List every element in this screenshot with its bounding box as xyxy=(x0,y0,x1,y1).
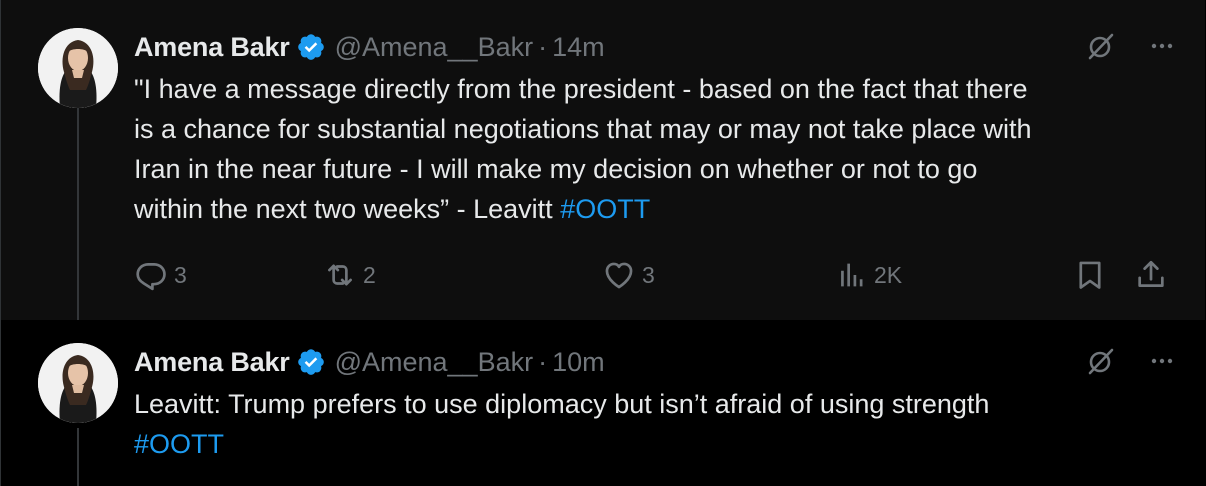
reply-count: 3 xyxy=(174,261,187,288)
views-button[interactable]: 2K xyxy=(834,258,902,292)
tweet-body: Leavitt: Trump prefers to use diplomacy … xyxy=(134,389,990,419)
verified-badge-icon[interactable] xyxy=(296,347,326,377)
tweet-header: Amena Bakr @Amena__Bakr · 14m xyxy=(134,29,1174,65)
bookmark-icon xyxy=(1079,261,1101,289)
thread-connector-line xyxy=(77,108,79,320)
bookmark-button[interactable] xyxy=(1073,258,1107,292)
tweet-header-actions xyxy=(1086,346,1174,376)
tweet-text: Leavitt: Trump prefers to use diplomacy … xyxy=(134,384,1179,464)
handle[interactable]: @Amena__Bakr xyxy=(335,347,534,378)
separator-dot: · xyxy=(538,346,548,377)
display-name[interactable]: Amena Bakr xyxy=(134,347,290,378)
timestamp[interactable]: 14m xyxy=(552,32,605,63)
more-icon[interactable] xyxy=(1150,31,1174,61)
display-name[interactable]: Amena Bakr xyxy=(134,32,290,63)
avatar-image xyxy=(38,343,118,423)
hashtag-link[interactable]: #OOTT xyxy=(134,429,224,459)
timestamp[interactable]: 10m xyxy=(552,347,605,378)
grok-icon[interactable] xyxy=(1086,346,1116,376)
grok-icon[interactable] xyxy=(1086,31,1116,61)
view-count: 2K xyxy=(874,261,903,288)
reply-button[interactable]: 3 xyxy=(134,258,187,292)
views-icon xyxy=(841,263,863,287)
separator-dot: · xyxy=(538,31,548,62)
like-button[interactable]: 3 xyxy=(602,258,655,292)
handle[interactable]: @Amena__Bakr xyxy=(335,32,534,63)
verified-badge-icon[interactable] xyxy=(296,32,326,62)
repost-count: 2 xyxy=(363,261,376,288)
share-button[interactable] xyxy=(1134,258,1168,292)
tweet-header: Amena Bakr @Amena__Bakr · 10m xyxy=(134,344,1174,380)
like-icon xyxy=(605,262,633,289)
timeline: Amena Bakr @Amena__Bakr · 14m "I have a … xyxy=(0,0,1205,486)
repost-icon xyxy=(328,264,352,286)
tweet[interactable]: Amena Bakr @Amena__Bakr · 14m "I have a … xyxy=(1,0,1205,320)
tweet-header-actions xyxy=(1086,31,1174,61)
avatar[interactable] xyxy=(38,28,118,108)
thread-connector-line xyxy=(77,428,79,486)
more-icon[interactable] xyxy=(1150,346,1174,376)
tweet-action-bar: 3 2 3 2K xyxy=(134,258,1174,294)
tweet-text: "I have a message directly from the pres… xyxy=(134,69,1179,229)
reply-icon xyxy=(136,263,166,291)
avatar[interactable] xyxy=(38,343,118,423)
tweet-content: Amena Bakr @Amena__Bakr · 14m "I have a … xyxy=(134,29,1174,229)
share-icon xyxy=(1138,260,1164,287)
hashtag-link[interactable]: #OOTT xyxy=(560,194,650,224)
avatar-image xyxy=(38,28,118,108)
like-count: 3 xyxy=(642,261,655,288)
repost-button[interactable]: 2 xyxy=(323,258,376,292)
tweet-content: Amena Bakr @Amena__Bakr · 10m Leavitt: T… xyxy=(134,344,1174,464)
